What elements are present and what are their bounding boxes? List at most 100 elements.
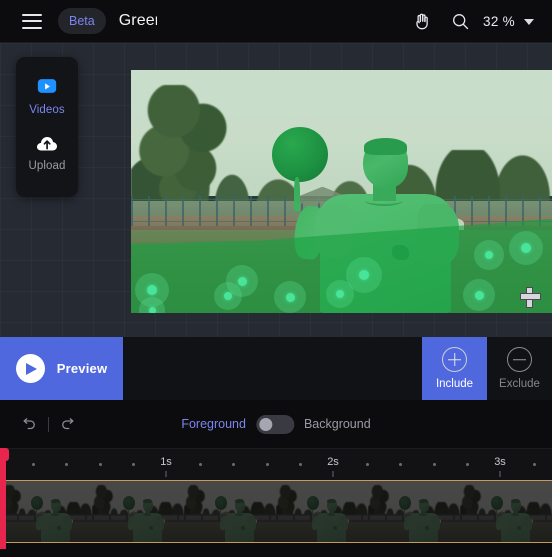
mask-marker[interactable] xyxy=(274,281,306,313)
timeline-tick xyxy=(299,463,303,466)
undo-arrow-icon[interactable] xyxy=(20,415,38,433)
shirt-logo xyxy=(425,526,429,531)
timeline-tick xyxy=(399,463,403,466)
filmstrip-thumbnail[interactable] xyxy=(276,481,368,542)
subject-person xyxy=(460,481,552,542)
left-sleeve xyxy=(224,515,233,530)
timeline-tick xyxy=(65,463,69,466)
right-sleeve xyxy=(430,515,440,532)
redo-arrow-icon[interactable] xyxy=(59,415,77,433)
filmstrip-thumbnail[interactable] xyxy=(92,481,184,542)
mask-marker-dot xyxy=(474,290,484,300)
tool-panel: Videos Upload xyxy=(16,57,78,197)
subject-person xyxy=(0,481,92,542)
history-divider xyxy=(48,416,49,432)
left-sleeve xyxy=(132,515,141,530)
cloud-upload-icon xyxy=(36,137,57,151)
play-circle-icon xyxy=(15,354,45,383)
timeline-tick xyxy=(466,463,470,466)
mask-marker[interactable] xyxy=(474,240,504,270)
minus-circle-icon xyxy=(507,347,532,372)
hand-pan-icon[interactable] xyxy=(403,3,441,41)
filmstrip-thumbnail[interactable] xyxy=(368,481,460,542)
hair xyxy=(326,498,337,504)
filmstrip-thumbnail[interactable] xyxy=(184,481,276,542)
right-sleeve xyxy=(62,515,72,532)
mask-marker-dot xyxy=(359,270,369,280)
timeline-playhead[interactable] xyxy=(0,448,6,549)
tool-panel-label-videos: Videos xyxy=(29,104,65,116)
tool-panel-label-upload: Upload xyxy=(28,160,66,172)
timeline-tick xyxy=(365,463,369,466)
mask-marker[interactable] xyxy=(226,265,258,297)
subject-person xyxy=(184,481,276,542)
hair xyxy=(418,498,429,504)
foreground-label[interactable]: Foreground xyxy=(181,417,246,431)
history-controls xyxy=(20,415,77,433)
preview-button[interactable]: Preview xyxy=(0,337,123,400)
spinning-ball xyxy=(306,495,319,510)
left-sleeve xyxy=(408,515,417,530)
spinning-ball xyxy=(490,495,503,510)
zoom-level-control[interactable]: 32 % xyxy=(483,14,534,29)
right-sleeve xyxy=(338,515,348,532)
exclude-button-label: Exclude xyxy=(499,378,540,390)
timeline-second-label: 1s xyxy=(160,456,172,468)
hair xyxy=(234,498,245,504)
timeline-playhead-handle[interactable] xyxy=(0,448,9,461)
subject-person xyxy=(92,481,184,542)
shirt-logo xyxy=(517,526,521,531)
timeline-second-tick xyxy=(499,471,501,477)
video-play-icon xyxy=(37,79,57,93)
timeline-second-tick xyxy=(332,471,334,477)
left-sleeve xyxy=(316,515,325,530)
canvas-stage[interactable]: Videos Upload xyxy=(0,43,552,337)
timeline-tick xyxy=(232,463,236,466)
left-sleeve xyxy=(40,515,49,530)
timeline-tick xyxy=(265,463,269,466)
mask-marker[interactable] xyxy=(346,257,382,293)
right-sleeve xyxy=(154,515,164,532)
timeline-ruler[interactable]: 1s 2s 3s xyxy=(0,448,552,480)
switch-knob xyxy=(258,417,272,431)
filmstrip-thumbnail[interactable] xyxy=(460,481,552,542)
video-preview-frame[interactable] xyxy=(131,70,552,313)
right-sleeve xyxy=(522,515,532,532)
timeline-filmstrip[interactable] xyxy=(0,480,552,543)
timeline-tick xyxy=(532,463,536,466)
timeline-tick xyxy=(98,463,102,466)
mask-marker-dot xyxy=(336,290,344,298)
timeline-footer xyxy=(0,543,552,557)
tool-panel-item-videos[interactable]: Videos xyxy=(29,75,65,116)
shirt-logo xyxy=(333,526,337,531)
foreground-background-switch[interactable] xyxy=(255,414,294,434)
timeline-second-label: 3s xyxy=(494,456,506,468)
filmstrip-thumbnail[interactable] xyxy=(0,481,92,542)
spinning-ball xyxy=(122,495,135,510)
include-button[interactable]: Include xyxy=(422,337,487,400)
document-title[interactable]: Green xyxy=(119,12,157,30)
top-bar: Beta Green 32 % xyxy=(0,0,552,43)
mask-marker-dot xyxy=(521,243,531,253)
search-magnifier-icon[interactable] xyxy=(441,3,479,41)
preview-button-label: Preview xyxy=(56,361,108,376)
mask-marker[interactable] xyxy=(509,231,543,265)
chevron-down-icon xyxy=(524,18,534,25)
hair xyxy=(50,498,61,504)
mask-marker-dot xyxy=(237,276,247,286)
timeline-tick xyxy=(432,463,436,466)
right-sleeve xyxy=(246,515,256,532)
timeline-tick xyxy=(31,463,35,466)
hair xyxy=(142,498,153,504)
shirt-logo xyxy=(241,526,245,531)
mask-marker[interactable] xyxy=(463,279,495,311)
timeline-second-tick xyxy=(165,471,167,477)
timeline-tick xyxy=(132,463,136,466)
timeline-second-label: 2s xyxy=(327,456,339,468)
tool-panel-item-upload[interactable]: Upload xyxy=(28,133,65,172)
mask-marker-dot xyxy=(147,285,157,295)
hamburger-menu-icon[interactable] xyxy=(22,13,42,29)
background-label[interactable]: Background xyxy=(304,417,371,431)
subject-person xyxy=(368,481,460,542)
exclude-button[interactable]: Exclude xyxy=(487,337,552,400)
